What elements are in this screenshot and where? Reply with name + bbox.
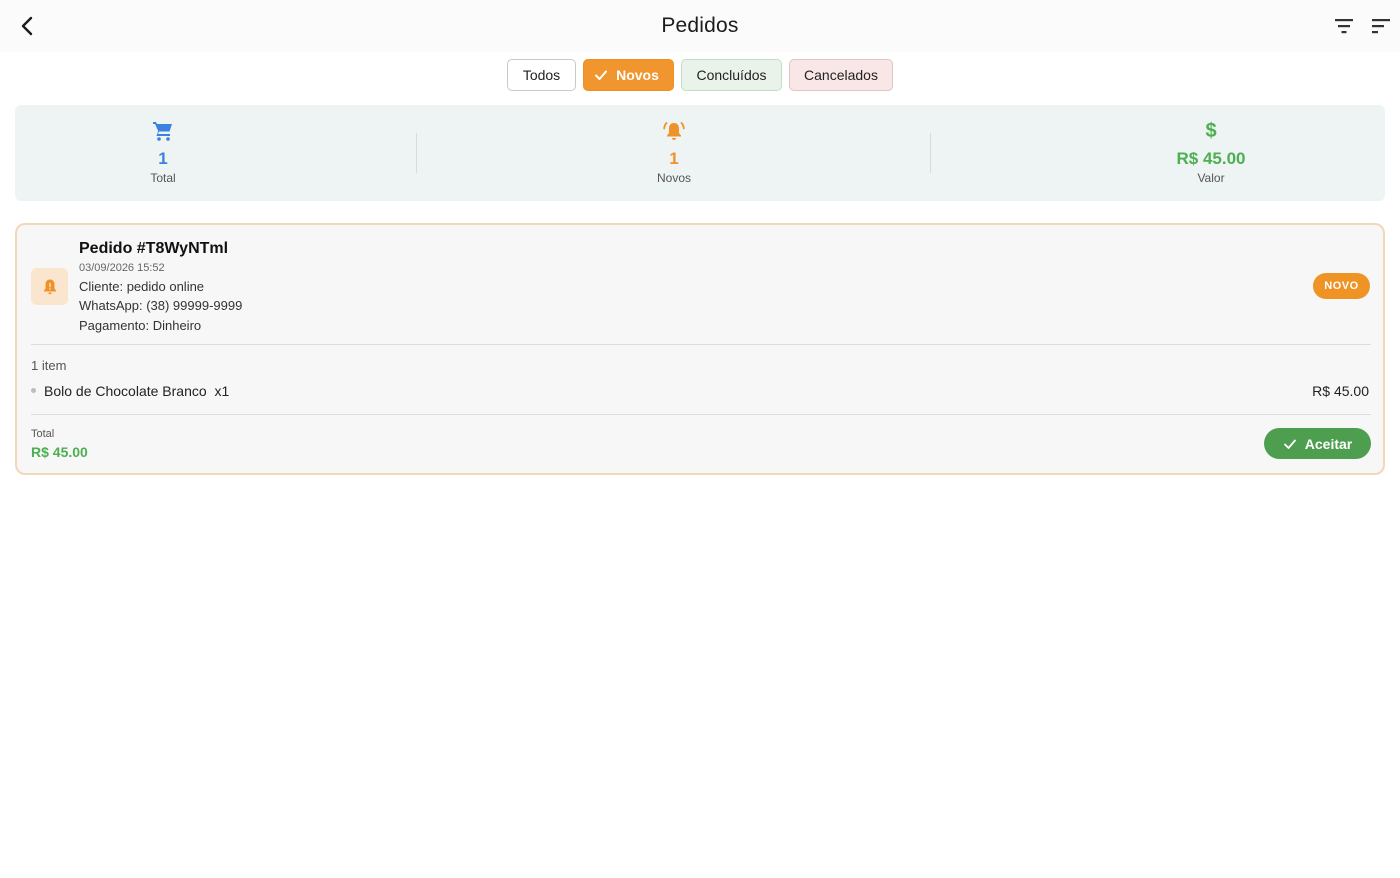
accept-button[interactable]: Aceitar xyxy=(1264,428,1371,459)
stat-total-label: Total xyxy=(150,171,176,185)
stat-total: 1 Total xyxy=(113,105,213,201)
list-item-name: Bolo de Chocolate Branco x1 xyxy=(44,383,230,399)
order-status-icon-box xyxy=(31,268,68,305)
stat-valor-value: R$ 45.00 xyxy=(1176,149,1246,168)
filter-chip-label: Novos xyxy=(616,67,659,83)
filter-chip-novos[interactable]: Novos xyxy=(583,59,674,91)
total-value: R$ 45.00 xyxy=(31,444,88,460)
card-divider xyxy=(31,344,1371,345)
filter-chip-label: Concluídos xyxy=(696,67,767,83)
bell-ring-icon xyxy=(663,122,685,140)
filter-chip-cancelados[interactable]: Cancelados xyxy=(789,59,893,91)
item-count: 1 item xyxy=(31,358,67,373)
card-divider xyxy=(31,414,1371,415)
stat-total-value: 1 xyxy=(158,149,168,168)
bullet-icon xyxy=(31,388,36,393)
order-date: 03/09/2026 15:52 xyxy=(79,262,165,274)
stats-divider xyxy=(930,133,931,173)
filter-chip-todos[interactable]: Todos xyxy=(507,59,576,91)
stat-novos: 1 Novos xyxy=(624,105,724,201)
filter-chip-label: Cancelados xyxy=(804,67,878,83)
page-title: Pedidos xyxy=(661,14,739,37)
check-icon xyxy=(595,70,608,80)
filter-icon[interactable] xyxy=(1332,14,1356,38)
order-title: Pedido #T8WyNTml xyxy=(79,240,229,257)
filter-chip-concluidos[interactable]: Concluídos xyxy=(681,59,782,91)
order-card[interactable]: Pedido #T8WyNTml 03/09/2026 15:52 Client… xyxy=(15,223,1385,475)
cart-icon xyxy=(153,122,172,141)
filter-chip-label: Todos xyxy=(522,67,561,83)
stat-valor-label: Valor xyxy=(1197,171,1225,185)
total-label: Total xyxy=(31,428,55,440)
stat-novos-value: 1 xyxy=(669,149,679,168)
accept-button-label: Aceitar xyxy=(1304,435,1353,452)
status-badge: NOVO xyxy=(1313,273,1370,299)
order-whatsapp: WhatsApp: (38) 99999-9999 xyxy=(79,298,243,313)
app-bar: Pedidos xyxy=(0,0,1400,52)
stat-novos-label: Novos xyxy=(656,171,691,185)
dollar-icon: $ xyxy=(1205,120,1217,142)
stats-divider xyxy=(416,133,417,173)
order-payment: Pagamento: Dinheiro xyxy=(79,318,202,333)
list-item-price: R$ 45.00 xyxy=(1312,383,1369,399)
order-client: Cliente: pedido online xyxy=(79,279,205,294)
sort-icon[interactable] xyxy=(1369,14,1393,38)
bell-alert-icon xyxy=(43,279,56,294)
check-icon xyxy=(1283,439,1296,449)
stats-summary: 1 Total 1 Novos $ R$ 45.00 Valor xyxy=(15,105,1385,201)
stat-valor: $ R$ 45.00 Valor xyxy=(1141,105,1281,201)
